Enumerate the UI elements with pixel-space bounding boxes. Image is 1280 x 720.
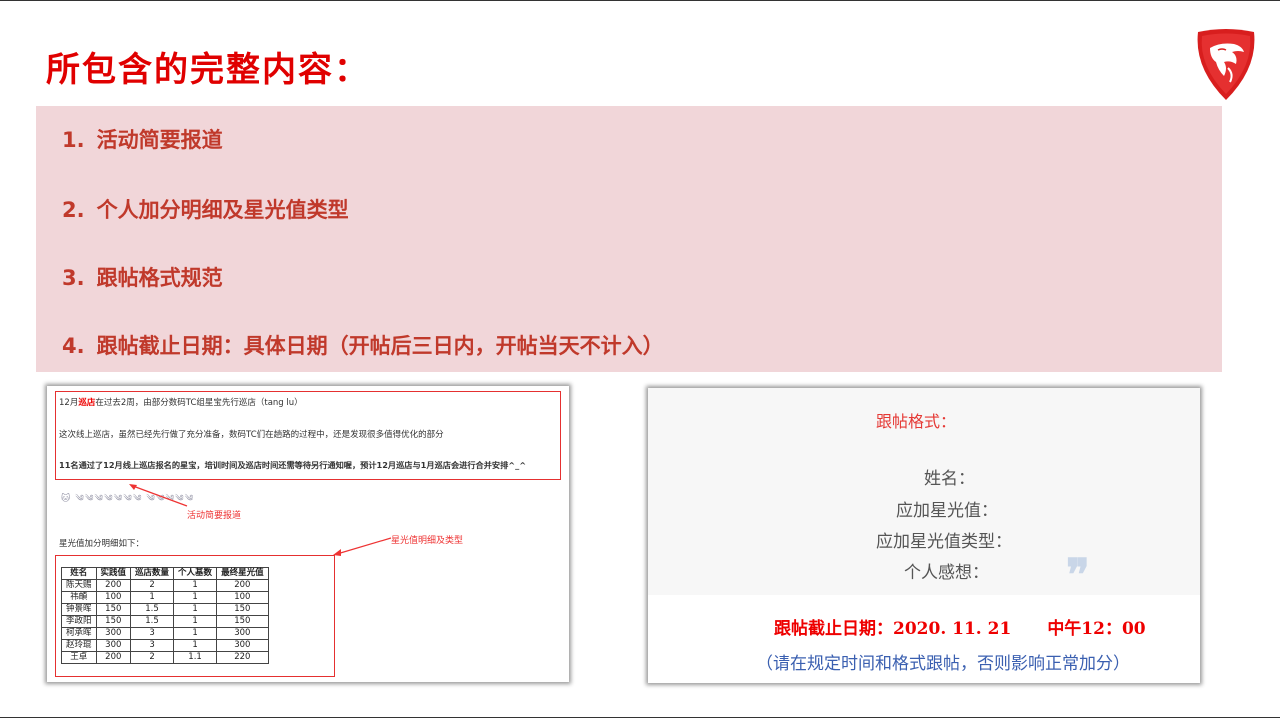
page-title: 所包含的完整内容： — [46, 50, 370, 90]
table-cell: 100 — [95, 591, 132, 604]
table-row: 钟景晖 150 1.5 1 150 — [61, 603, 269, 616]
list-item-label: 跟帖格式规范 — [96, 266, 223, 290]
table-row: 祎頔 100 1 1 100 — [61, 591, 269, 604]
table-cell: 200 — [95, 651, 132, 664]
table-cell: 300 — [95, 627, 132, 640]
format-field-name: 姓名： — [924, 469, 975, 489]
quote-mark-icon: ❞ — [1066, 550, 1090, 601]
table-cell: 1 — [173, 591, 218, 604]
table-cell: 1 — [173, 579, 218, 592]
table-cell: 3 — [130, 639, 175, 652]
table-cell: 2 — [130, 651, 175, 664]
table-cell: 300 — [216, 639, 269, 652]
report-line-2: 这次线上巡店，虽然已经先行做了充分准备，数码TC们在趟路的过程中，还是发现很多值… — [59, 430, 444, 440]
format-field-star-value: 应加星光值： — [896, 501, 998, 521]
table-cell: 220 — [216, 651, 269, 664]
table-cell: 1.5 — [130, 603, 175, 616]
report-line-1-highlight: 巡店 — [78, 398, 96, 408]
table-cell: 300 — [95, 639, 132, 652]
bottom-border — [0, 717, 1280, 718]
annotation-report: 活动简要报道 — [187, 511, 242, 521]
table-cell: 1 — [173, 603, 218, 616]
table-cell: 李政阳 — [61, 615, 97, 628]
arrow-icon — [333, 537, 392, 556]
deadline-note: （请在规定时间和格式跟帖，否则影响正常加分） — [756, 654, 1130, 674]
list-item-number: 1. — [62, 128, 85, 152]
report-line-3: 11名通过了12月线上巡店报名的星宝，培训时间及巡店时间还需等待另行通知喔，预计… — [59, 460, 527, 470]
table-cell: 2 — [130, 579, 175, 592]
list-item: 3. 跟帖格式规范 — [62, 262, 223, 292]
list-item-number: 3. — [62, 266, 85, 290]
table-cell: 150 — [95, 603, 132, 616]
table-cell: 100 — [216, 591, 269, 604]
table-cell: 1.1 — [173, 651, 218, 664]
content-list-panel: 1. 活动简要报道 2. 个人加分明细及星光值类型 3. 跟帖格式规范 4. 跟帖截止日… — [36, 106, 1222, 372]
table-header-row: 姓名 实践值 巡店数量 个人基数 最终星光值 — [61, 567, 269, 580]
table-header: 姓名 — [61, 567, 97, 580]
table-header: 最终星光值 — [216, 567, 269, 580]
table-cell: 陈天赐 — [61, 579, 97, 592]
table-cell: 1 — [173, 639, 218, 652]
table-cell: 1 — [173, 615, 218, 628]
table-cell: 3 — [130, 627, 175, 640]
table-cell: 王卓 — [61, 651, 97, 664]
table-cell: 150 — [95, 615, 132, 628]
list-item: 4. 跟帖截止日期：具体日期（开帖后三日内，开帖当天不计入） — [62, 330, 664, 360]
table-cell: 150 — [216, 615, 269, 628]
list-item: 2. 个人加分明细及星光值类型 — [62, 194, 349, 224]
list-item-label: 个人加分明细及星光值类型 — [96, 198, 349, 222]
table-row: 王卓 200 2 1.1 220 — [61, 651, 269, 664]
list-item: 1. 活动简要报道 — [62, 124, 223, 154]
star-value-table: 姓名 实践值 巡店数量 个人基数 最终星光值 陈天赐 200 2 1 200 祎… — [61, 567, 269, 664]
msi-dragon-logo-icon — [1197, 29, 1255, 100]
table-cell: 200 — [216, 579, 269, 592]
list-item-label: 活动简要报道 — [96, 128, 223, 152]
table-cell: 1 — [173, 627, 218, 640]
list-item-number: 2. — [62, 198, 85, 222]
top-border — [0, 0, 1280, 1]
report-screenshot: 12月巡店在过去2周，由部分数码TC组星宝先行巡店（tang lu） 这次线上巡… — [47, 386, 569, 682]
list-item-label: 跟帖截止日期：具体日期（开帖后三日内，开帖当天不计入） — [96, 334, 664, 358]
table-cell: 200 — [95, 579, 132, 592]
table-row: 陈天赐 200 2 1 200 — [61, 579, 269, 592]
format-title: 跟帖格式： — [876, 412, 957, 431]
table-cell: 祎頔 — [61, 591, 97, 604]
table-cell: 150 — [216, 603, 269, 616]
table-header: 巡店数量 — [130, 567, 175, 580]
deadline-time: 中午12：00 — [1047, 619, 1146, 639]
table-cell: 赵玲琨 — [61, 639, 97, 652]
table-header: 实践值 — [95, 567, 132, 580]
report-line-1: 12月巡店在过去2周，由部分数码TC组星宝先行巡店（tang lu） — [59, 396, 303, 408]
format-screenshot: 跟帖格式： 姓名： 应加星光值： 应加星光值类型： 个人感想： ❞ 跟帖截止日期… — [648, 388, 1200, 683]
annotation-stars: 星光值明细及类型 — [391, 536, 464, 546]
table-header: 个人基数 — [173, 567, 218, 580]
list-item-number: 4. — [62, 334, 85, 358]
table-cell: 1.5 — [130, 615, 175, 628]
table-cell: 1 — [130, 591, 175, 604]
format-field-thoughts: 个人感想： — [904, 563, 989, 583]
table-row: 李政阳 150 1.5 1 150 — [61, 615, 269, 628]
report-line-1-prefix: 12月 — [59, 398, 79, 408]
deadline-label: 跟帖截止日期：2020. 11. 21 — [774, 619, 1012, 639]
table-cell: 柯承晖 — [61, 627, 97, 640]
table-cell: 钟景晖 — [61, 603, 97, 616]
format-field-star-type: 应加星光值类型： — [876, 532, 1012, 552]
table-row: 柯承晖 300 3 1 300 — [61, 627, 269, 640]
report-line-1-rest: 在过去2周，由部分数码TC组星宝先行巡店（tang lu） — [95, 398, 303, 408]
table-row: 赵玲琨 300 3 1 300 — [61, 639, 269, 652]
table-intro: 星光值加分明细如下： — [59, 539, 145, 549]
table-cell: 300 — [216, 627, 269, 640]
deadline-text: 跟帖截止日期：2020. 11. 21 中午12：00 — [774, 614, 1146, 639]
